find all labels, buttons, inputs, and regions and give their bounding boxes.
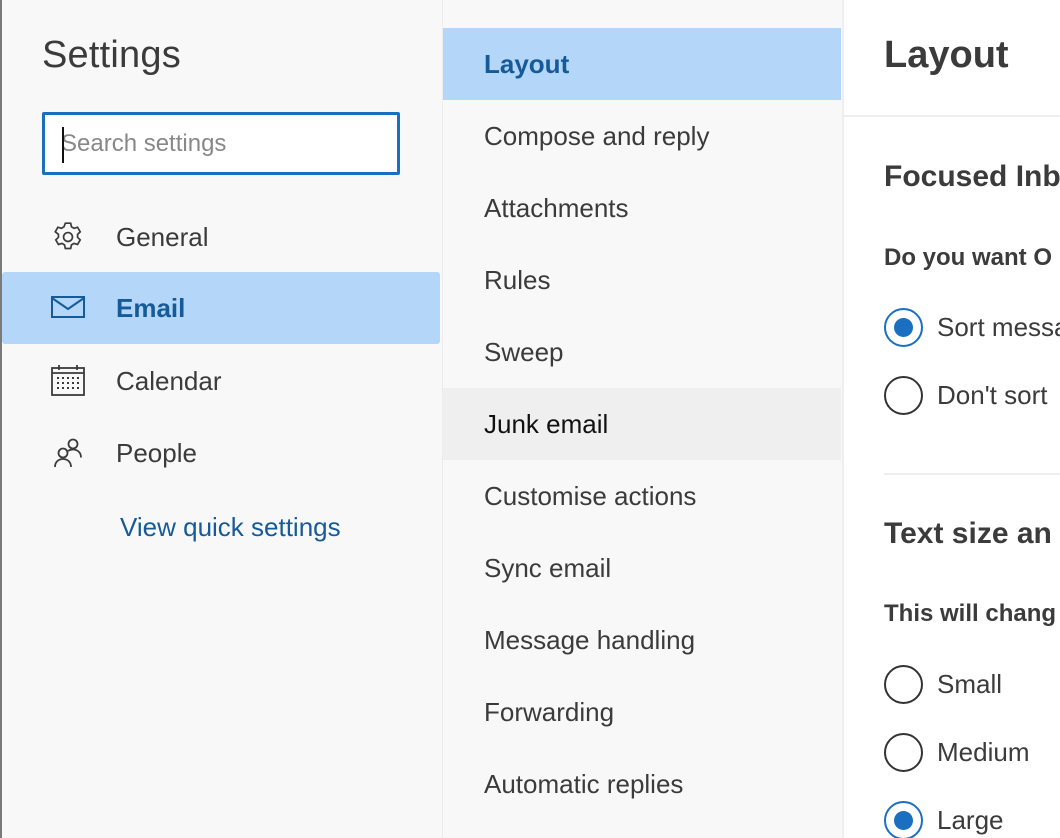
radio-label: Large [937,804,1004,835]
radio-dont-sort[interactable]: Don't sort [884,375,1047,415]
section-label: Attachments [484,192,629,223]
nav-label: Calendar [116,365,222,396]
focused-inbox-question: Do you want O [884,244,1052,271]
email-settings-sections: Layout Compose and reply Attachments Rul… [442,0,841,838]
search-settings-field[interactable] [42,112,400,175]
radio-button[interactable] [884,664,923,704]
pane-title: Layout [884,34,1009,76]
section-label: Junk email [484,408,609,439]
view-quick-settings-link[interactable]: View quick settings [120,512,341,543]
radio-button-checked[interactable] [884,307,923,347]
radio-sort-messages[interactable]: Sort messa [884,307,1060,347]
focused-inbox-title: Focused Inb [884,160,1060,193]
text-caret [62,127,64,163]
section-rules[interactable]: Rules [443,244,841,316]
radio-label: Sort messa [937,311,1060,342]
nav-label: Email [116,292,186,323]
section-label: Customise actions [484,480,697,511]
section-sync-email[interactable]: Sync email [443,532,841,604]
radio-label: Small [937,668,1003,699]
text-size-description: This will chang [884,600,1057,627]
section-customise-actions[interactable]: Customise actions [443,460,841,532]
radio-text-size-small[interactable]: Small [884,664,1002,704]
section-junk-email[interactable]: Junk email [443,388,841,460]
layout-settings-pane: Layout Focused Inb Do you want O Sort me… [842,0,1060,838]
nav-item-calendar[interactable]: Calendar [2,345,440,417]
divider [884,473,1060,475]
nav-item-email[interactable]: Email [2,272,440,344]
section-attachments[interactable]: Attachments [443,172,841,244]
section-label: Sweep [484,336,564,367]
nav-item-general[interactable]: General [2,201,440,273]
radio-label: Don't sort [937,379,1048,410]
settings-nav-panel: Settings General Email [2,0,440,838]
section-sweep[interactable]: Sweep [443,316,841,388]
section-label: Message handling [484,624,696,655]
section-label: Compose and reply [484,120,710,151]
radio-button[interactable] [884,732,923,772]
nav-label: People [116,437,197,468]
radio-label: Medium [937,736,1030,767]
section-forwarding[interactable]: Forwarding [443,676,841,748]
radio-button-checked[interactable] [884,800,923,838]
calendar-icon [50,363,86,399]
people-icon [50,435,86,471]
section-label: Forwarding [484,696,615,727]
radio-button[interactable] [884,375,923,415]
nav-item-people[interactable]: People [2,417,440,489]
nav-label: General [116,221,209,252]
section-layout[interactable]: Layout [443,28,841,100]
section-label: Sync email [484,552,612,583]
divider [844,115,1060,117]
section-automatic-replies[interactable]: Automatic replies [443,748,841,820]
radio-text-size-medium[interactable]: Medium [884,732,1029,772]
section-message-handling[interactable]: Message handling [443,604,841,676]
radio-text-size-large[interactable]: Large [884,800,1004,838]
text-size-title: Text size an [884,517,1052,550]
mail-icon [50,290,86,326]
section-label: Automatic replies [484,768,684,799]
section-label: Layout [484,48,570,79]
settings-title: Settings [42,34,181,76]
search-settings-input[interactable] [45,115,397,172]
section-compose-and-reply[interactable]: Compose and reply [443,100,841,172]
section-label: Rules [484,264,551,295]
gear-icon [50,219,86,255]
